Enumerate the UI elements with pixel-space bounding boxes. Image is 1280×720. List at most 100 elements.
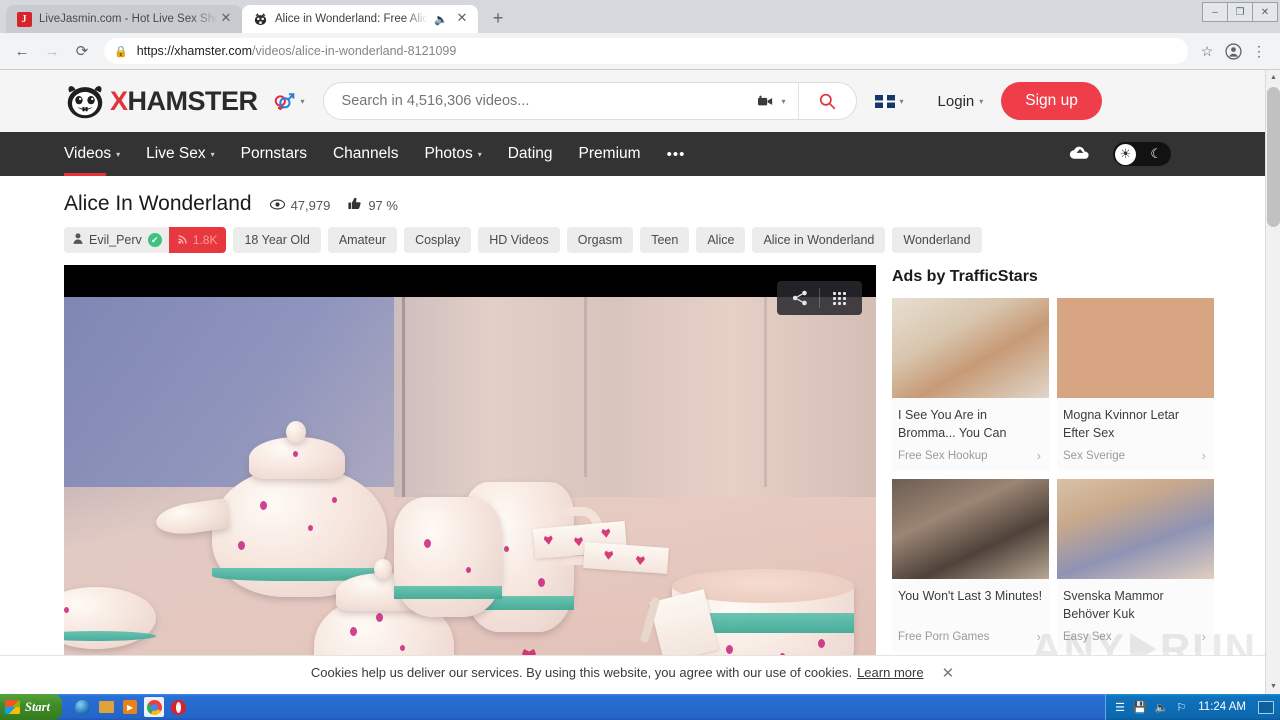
ad-card[interactable]: You Won't Last 3 Minutes! Free Porn Game…: [892, 479, 1049, 652]
scrollbar-thumb[interactable]: [1267, 87, 1280, 227]
folder-icon[interactable]: [96, 697, 116, 717]
uploader-chip[interactable]: Evil_Perv ✔ 1.8K: [64, 227, 227, 253]
login-label: Login: [937, 92, 975, 110]
chrome-icon[interactable]: [144, 697, 165, 717]
scene-door-edge: [764, 297, 767, 487]
start-button[interactable]: Start: [0, 694, 63, 720]
site-logo[interactable]: X HAMSTER: [64, 82, 258, 120]
chevron-right-icon[interactable]: ›: [1202, 448, 1206, 463]
nav-more-button[interactable]: •••: [667, 146, 686, 163]
ad-thumbnail[interactable]: [1057, 479, 1214, 579]
chevron-right-icon[interactable]: ›: [1202, 629, 1206, 644]
browser-tab-livejasmin[interactable]: J LiveJasmin.com - Hot Live Sex Show ✕: [6, 5, 242, 33]
nav-item-channels[interactable]: Channels: [333, 132, 399, 176]
page-scrollbar[interactable]: ▲ ▼: [1265, 70, 1280, 694]
ad-source: Sex Sverige: [1063, 449, 1126, 462]
eye-icon: [269, 198, 285, 213]
browser-menu-icon[interactable]: ⋮: [1246, 38, 1272, 64]
page-title: Alice In Wonderland: [64, 192, 252, 215]
subscriber-badge[interactable]: 1.8K: [168, 227, 227, 253]
signup-button[interactable]: Sign up: [1001, 82, 1102, 120]
view-count: 47,979: [269, 198, 330, 213]
back-button[interactable]: ←: [8, 37, 36, 65]
verified-badge-icon: ✔: [147, 233, 162, 247]
livejasmin-favicon: J: [16, 11, 32, 27]
opera-icon[interactable]: [168, 697, 188, 717]
share-icon[interactable]: [781, 281, 819, 315]
forward-button[interactable]: →: [38, 37, 66, 65]
tag-chip[interactable]: Teen: [640, 227, 690, 253]
scroll-up-button[interactable]: ▲: [1266, 70, 1280, 85]
search-input[interactable]: [323, 83, 758, 119]
ad-title: You Won't Last 3 Minutes!: [898, 589, 1043, 603]
sugar-bowl-knob: [374, 559, 392, 579]
ad-thumbnail[interactable]: [1057, 298, 1214, 398]
ad-thumbnail[interactable]: [892, 298, 1049, 398]
search-submit-button[interactable]: [797, 83, 856, 119]
teapot-lid: [249, 437, 345, 479]
login-caret-icon: ▾: [979, 96, 984, 106]
page-content: XHAMSTER ▾ ▾: [0, 70, 1265, 689]
volume-icon[interactable]: 🔈: [1155, 701, 1169, 714]
camera-icon[interactable]: [757, 95, 777, 108]
profile-icon[interactable]: [1220, 38, 1246, 64]
login-link[interactable]: Login ▾: [938, 93, 984, 110]
scene-door-edge: [584, 297, 587, 477]
internet-explorer-icon[interactable]: [72, 697, 92, 717]
tag-chip[interactable]: 18 Year Old: [233, 227, 321, 253]
chevron-right-icon[interactable]: ›: [1037, 629, 1041, 644]
ad-title: Mogna Kvinnor Letar Efter Sex: [1063, 408, 1180, 440]
tag-chip[interactable]: Amateur: [327, 227, 398, 253]
nav-item-videos[interactable]: Videos ▾: [64, 132, 120, 176]
tag-chip[interactable]: Wonderland: [892, 227, 982, 253]
tab-close-icon[interactable]: ✕: [218, 11, 234, 27]
language-selector[interactable]: ▾: [874, 94, 904, 108]
reload-button[interactable]: ⟳: [68, 37, 96, 65]
show-desktop-icon[interactable]: [1258, 700, 1274, 714]
address-bar[interactable]: 🔒 https://xhamster.com/videos/alice-in-w…: [104, 38, 1188, 64]
playing-cards: [583, 542, 669, 574]
bookmark-star-icon[interactable]: ☆: [1194, 38, 1220, 64]
chevron-right-icon[interactable]: ›: [1037, 448, 1041, 463]
site-header: XHAMSTER ▾ ▾: [0, 70, 1265, 132]
video-player[interactable]: [64, 265, 876, 689]
media-player-icon[interactable]: ▶: [120, 697, 140, 717]
tag-chip[interactable]: Alice: [696, 227, 746, 253]
ad-card[interactable]: Svenska Mammor Behöver Kuk Easy Sex ›: [1057, 479, 1214, 652]
camera-caret-icon[interactable]: ▾: [782, 97, 786, 106]
nav-item-photos[interactable]: Photos ▾: [424, 132, 481, 176]
gender-selector[interactable]: ▾: [272, 90, 305, 112]
ad-card[interactable]: I See You Are in Bromma... You Can Free …: [892, 298, 1049, 471]
removable-drive-icon[interactable]: 💾: [1133, 701, 1147, 714]
nav-item-dating[interactable]: Dating: [508, 132, 553, 176]
nav-item-pornstars[interactable]: Pornstars: [241, 132, 307, 176]
tag-chip[interactable]: Alice in Wonderland: [752, 227, 886, 253]
pin-icon[interactable]: ☰: [1115, 701, 1125, 714]
tag-chip[interactable]: Orgasm: [566, 227, 634, 253]
search-bar[interactable]: ▾: [322, 82, 857, 120]
ad-card[interactable]: Mogna Kvinnor Letar Efter Sex Sex Sverig…: [1057, 298, 1214, 471]
browser-tab-xhamster[interactable]: Alice in Wonderland: Free Alice 🔈 ✕: [242, 5, 478, 33]
ad-thumbnail[interactable]: [892, 479, 1049, 579]
windows-flag-icon: [5, 700, 20, 714]
cookie-learn-more-link[interactable]: Learn more: [857, 665, 923, 680]
video-title-row: Alice In Wonderland 47,979 97 %: [0, 176, 1265, 216]
scroll-down-button[interactable]: ▼: [1266, 679, 1280, 694]
uploader-name: Evil_Perv: [89, 233, 142, 247]
theme-toggle[interactable]: ☀ ☾: [1113, 142, 1171, 166]
nav-item-live-sex[interactable]: Live Sex ▾: [146, 132, 214, 176]
nav-item-premium[interactable]: Premium: [579, 132, 641, 176]
tag-chip[interactable]: Cosplay: [404, 227, 472, 253]
minimize-button[interactable]: –: [1202, 2, 1228, 22]
maximize-button[interactable]: ❐: [1227, 2, 1253, 22]
tag-chip[interactable]: HD Videos: [478, 227, 560, 253]
new-tab-button[interactable]: +: [484, 4, 512, 32]
tab-close-icon[interactable]: ✕: [454, 11, 470, 27]
grid-icon[interactable]: [820, 281, 858, 315]
tab-audio-icon[interactable]: 🔈: [434, 13, 448, 26]
cookie-close-icon[interactable]: ✕: [942, 664, 955, 682]
close-window-button[interactable]: ✕: [1252, 2, 1278, 22]
network-flag-icon[interactable]: ⚐: [1176, 701, 1186, 714]
upload-cloud-icon[interactable]: [1069, 144, 1091, 165]
taskbar-clock[interactable]: 11:24 AM: [1198, 701, 1246, 713]
